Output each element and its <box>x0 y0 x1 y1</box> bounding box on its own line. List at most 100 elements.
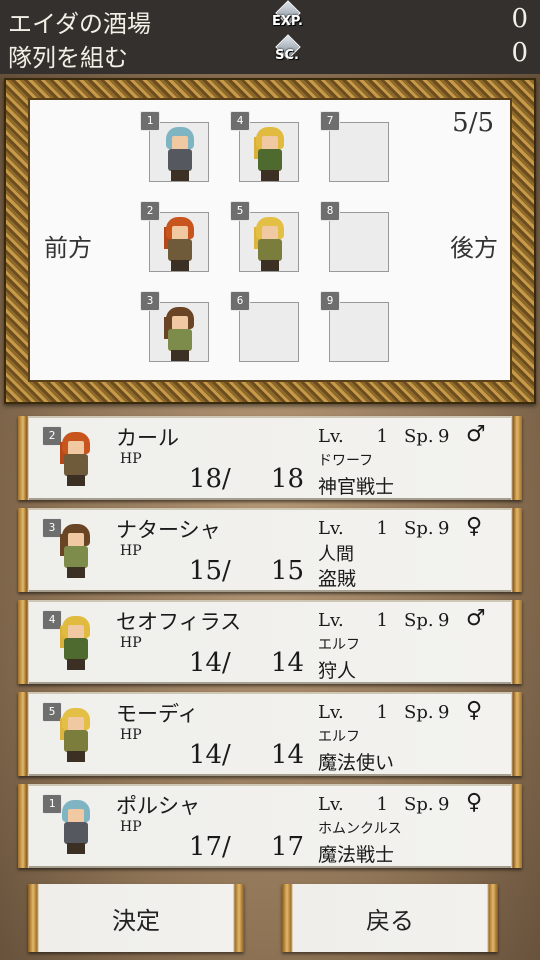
exp-icon: EXP. <box>272 0 303 34</box>
party-member-card-natasha[interactable]: 3 ナターシャ HP 15 / 15 Lv. 1 Sp. 9 ♀ 人間 盗賊 <box>18 508 522 592</box>
character-sprite-natasha[interactable] <box>162 307 198 361</box>
hp-label: HP <box>120 727 142 743</box>
formation-slot-5[interactable]: 5 <box>230 201 299 272</box>
race-label: ドワーフ <box>318 453 374 469</box>
hp-label: HP <box>120 819 142 835</box>
formation-grid: 5/5 前方 後方 1 2 3 4 5 6 7 8 9 <box>28 98 512 382</box>
sp-value: 9 <box>438 518 450 539</box>
formation-slot-3[interactable]: 3 <box>140 291 209 362</box>
hp-current: 14 <box>188 648 222 678</box>
level-value: 1 <box>376 426 388 447</box>
character-sprite-theophilus[interactable] <box>252 127 288 181</box>
hp-separator: / <box>222 556 231 586</box>
sp-value: 9 <box>438 794 450 815</box>
level-label: Lv. <box>318 518 344 539</box>
slot-number: 3 <box>140 291 160 311</box>
hp-current: 17 <box>188 832 222 862</box>
sp-label: Sp. <box>404 518 434 539</box>
class-label: 狩人 <box>318 660 357 682</box>
slot-number: 2 <box>140 201 160 221</box>
slot-number: 9 <box>320 291 340 311</box>
gender-icon: ♂ <box>466 606 486 631</box>
sp-label: Sp. <box>404 702 434 723</box>
sp-value: 9 <box>438 610 450 631</box>
header-bar: エイダの酒場 隊列を組む EXP. 0 SC. 0 <box>0 0 540 74</box>
hp-separator: / <box>222 464 231 494</box>
character-sprite-maudie[interactable] <box>252 217 288 271</box>
location-title: エイダの酒場 <box>8 10 152 38</box>
character-sprite-porsha[interactable] <box>162 127 198 181</box>
hp-max: 17 <box>270 832 304 862</box>
slot-number: 1 <box>140 111 160 131</box>
formation-slot-8[interactable]: 8 <box>320 201 389 272</box>
party-member-card-theophilus[interactable]: 4 セオフィラス HP 14 / 14 Lv. 1 Sp. 9 ♂ エルフ 狩人 <box>18 600 522 684</box>
race-label: エルフ <box>318 637 360 653</box>
front-row-label: 前方 <box>44 234 92 262</box>
class-label: 魔法戦士 <box>318 844 395 866</box>
member-name: カール <box>116 426 179 450</box>
formation-slot-4[interactable]: 4 <box>230 111 299 182</box>
hp-label: HP <box>120 543 142 559</box>
hp-current: 18 <box>188 464 222 494</box>
sp-label: Sp. <box>404 794 434 815</box>
sc-value: 0 <box>511 38 528 68</box>
formation-slot-6[interactable]: 6 <box>230 291 299 362</box>
class-label: 魔法使い <box>318 752 395 774</box>
level-label: Lv. <box>318 794 344 815</box>
gender-icon: ♀ <box>466 698 483 723</box>
sp-value: 9 <box>438 426 450 447</box>
slot-number: 6 <box>230 291 250 311</box>
character-sprite-karl[interactable] <box>162 217 198 271</box>
sp-value: 9 <box>438 702 450 723</box>
character-portrait <box>58 800 94 854</box>
character-portrait <box>58 432 94 486</box>
slot-number: 7 <box>320 111 340 131</box>
sp-label: Sp. <box>404 610 434 631</box>
hp-current: 15 <box>188 556 222 586</box>
party-member-card-porsha[interactable]: 1 ポルシャ HP 17 / 17 Lv. 1 Sp. 9 ♀ ホムンクルス 魔… <box>18 784 522 868</box>
level-label: Lv. <box>318 702 344 723</box>
level-value: 1 <box>376 518 388 539</box>
formation-frame: 5/5 前方 後方 1 2 3 4 5 6 7 8 9 <box>4 78 536 404</box>
party-member-card-karl[interactable]: 2 カール HP 18 / 18 Lv. 1 Sp. 9 ♂ ドワーフ 神官戦士 <box>18 416 522 500</box>
hp-separator: / <box>222 740 231 770</box>
race-label: ホムンクルス <box>318 821 402 837</box>
formation-slot-9[interactable]: 9 <box>320 291 389 362</box>
formation-slot-2[interactable]: 2 <box>140 201 209 272</box>
hp-separator: / <box>222 648 231 678</box>
character-portrait <box>58 708 94 762</box>
character-portrait <box>58 616 94 670</box>
confirm-button[interactable]: 決定 <box>28 884 244 952</box>
formation-slot-1[interactable]: 1 <box>140 111 209 182</box>
member-name: ナターシャ <box>116 518 221 542</box>
back-button[interactable]: 戻る <box>282 884 498 952</box>
hp-max: 14 <box>270 740 304 770</box>
hp-current: 14 <box>188 740 222 770</box>
level-value: 1 <box>376 702 388 723</box>
screen-title: 隊列を組む <box>8 44 128 72</box>
race-label: エルフ <box>318 729 360 745</box>
level-value: 1 <box>376 610 388 631</box>
party-member-card-maudie[interactable]: 5 モーディ HP 14 / 14 Lv. 1 Sp. 9 ♀ エルフ 魔法使い <box>18 692 522 776</box>
hp-label: HP <box>120 635 142 651</box>
party-count: 5/5 <box>452 108 494 138</box>
member-name: セオフィラス <box>116 610 242 634</box>
class-label: 盗賊 <box>318 568 357 590</box>
back-row-label: 後方 <box>450 234 498 262</box>
hp-separator: / <box>222 832 231 862</box>
hp-max: 15 <box>270 556 304 586</box>
slot-number: 8 <box>320 201 340 221</box>
race-label: 人間 <box>318 544 354 565</box>
exp-value: 0 <box>511 4 528 34</box>
hp-max: 18 <box>270 464 304 494</box>
class-label: 神官戦士 <box>318 476 395 498</box>
level-label: Lv. <box>318 610 344 631</box>
slot-number: 5 <box>230 201 250 221</box>
sc-icon: SC. <box>272 34 302 68</box>
formation-slot-7[interactable]: 7 <box>320 111 389 182</box>
gender-icon: ♀ <box>466 790 483 815</box>
member-name: ポルシャ <box>116 794 200 818</box>
slot-number: 4 <box>230 111 250 131</box>
level-value: 1 <box>376 794 388 815</box>
character-portrait <box>58 524 94 578</box>
